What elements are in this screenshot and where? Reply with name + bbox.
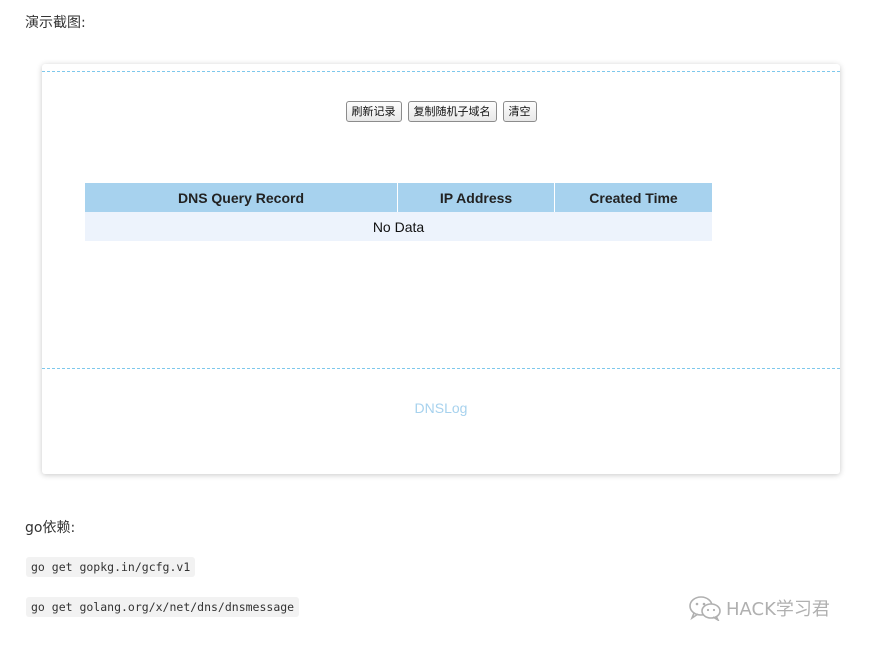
wechat-icon	[689, 596, 721, 621]
dnslog-toolbar: 刷新记录 复制随机子域名 清空	[42, 101, 840, 122]
column-header-created-time[interactable]: Created Time	[554, 183, 712, 212]
clear-button[interactable]: 清空	[502, 101, 537, 122]
dnslog-brand-link[interactable]: DNSLog	[42, 400, 840, 416]
copy-random-subdomain-button[interactable]: 复制随机子域名	[407, 101, 497, 122]
empty-table-message: No Data	[85, 212, 712, 241]
column-header-dns-query-record[interactable]: DNS Query Record	[85, 183, 398, 212]
code-line-gcfg: go get gopkg.in/gcfg.v1	[26, 557, 196, 577]
watermark: HACK学习君	[688, 595, 830, 621]
table-row: No Data	[85, 212, 712, 241]
dns-records-table: DNS Query Record IP Address Created Time…	[85, 183, 712, 241]
refresh-records-button[interactable]: 刷新记录	[345, 101, 402, 122]
top-dashed-divider	[42, 71, 840, 72]
dependencies-label: go依赖:	[25, 520, 76, 536]
watermark-text: HACK学习君	[726, 599, 830, 620]
bottom-dashed-divider	[42, 368, 840, 369]
code-line-dnsmessage: go get golang.org/x/net/dns/dnsmessage	[26, 597, 300, 617]
column-header-ip-address[interactable]: IP Address	[397, 183, 555, 212]
demo-screenshot-card: 刷新记录 复制随机子域名 清空 DNS Query Record IP Addr…	[42, 64, 840, 474]
intro-label: 演示截图:	[25, 15, 86, 31]
table-header-row: DNS Query Record IP Address Created Time	[85, 183, 712, 212]
